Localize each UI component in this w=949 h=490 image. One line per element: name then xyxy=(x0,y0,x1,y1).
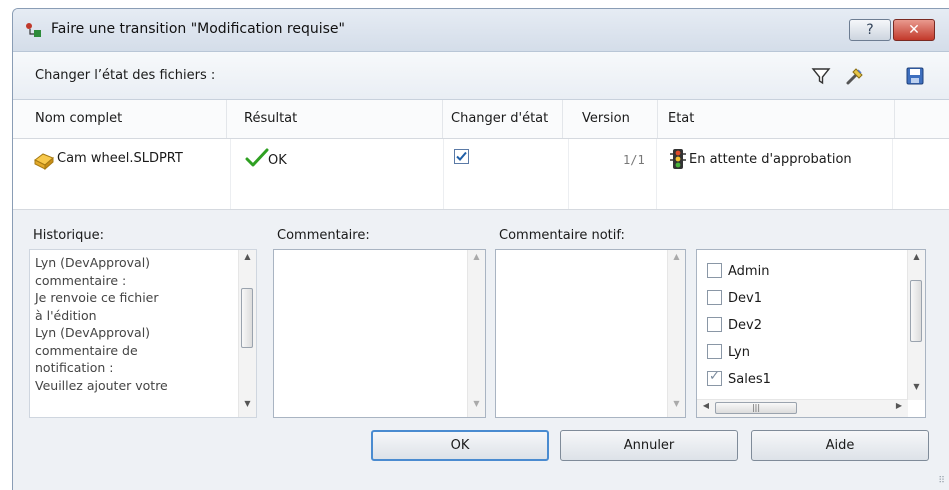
scroll-up-icon[interactable]: ▲ xyxy=(468,252,485,268)
list-item[interactable]: Lyn xyxy=(707,344,750,367)
result-status: OK xyxy=(268,153,287,168)
history-scrollbar[interactable]: ▲ ▼ xyxy=(238,250,256,417)
user-name: Sales1 xyxy=(728,372,771,387)
help-title-button[interactable]: ? xyxy=(849,19,891,41)
col-header-state[interactable]: Etat xyxy=(660,100,895,138)
save-icon[interactable] xyxy=(905,66,925,86)
user-checkbox[interactable] xyxy=(707,317,722,332)
close-button[interactable]: ✕ xyxy=(893,19,935,41)
notif-comment-label: Commentaire notif: xyxy=(499,228,625,243)
history-label: Historique: xyxy=(33,228,105,243)
change-state-checkbox[interactable] xyxy=(454,149,475,165)
history-line: notification : xyxy=(35,360,114,375)
list-item[interactable]: Admin xyxy=(707,263,770,286)
title-bar[interactable]: Faire une transition "Modification requi… xyxy=(13,9,949,52)
col-header-name[interactable]: Nom complet xyxy=(27,100,227,138)
comment-label: Commentaire: xyxy=(277,228,370,243)
scroll-down-icon[interactable]: ▼ xyxy=(239,399,256,415)
user-checkbox[interactable] xyxy=(707,263,722,278)
scroll-up-icon[interactable]: ▲ xyxy=(239,252,256,268)
state-value: En attente d'approbation xyxy=(689,152,852,167)
scroll-thumb[interactable]: ||| xyxy=(715,402,797,414)
cancel-button[interactable]: Annuler xyxy=(560,430,738,461)
table-row[interactable]: Cam wheel.SLDPRT OK 1/1 En attente d'app… xyxy=(13,139,949,210)
user-name: Dev1 xyxy=(728,291,762,306)
notify-users-list[interactable]: Admin Dev1 Dev2 Lyn Sales1 ▲ ▼ ◀ ||| xyxy=(696,249,926,418)
user-checkbox[interactable] xyxy=(707,290,722,305)
col-header-change-state[interactable]: Changer d'état xyxy=(443,100,563,138)
scroll-left-icon[interactable]: ◀ xyxy=(699,401,713,410)
comment-input[interactable]: ▲ ▼ xyxy=(273,249,486,418)
scroll-down-icon[interactable]: ▼ xyxy=(668,399,685,415)
transition-icon xyxy=(26,23,41,37)
history-line: à l'édition xyxy=(35,307,97,323)
wrench-icon[interactable] xyxy=(845,66,865,86)
state-toolbar: Changer l’état des fichiers : xyxy=(13,52,949,100)
scroll-down-icon[interactable]: ▼ xyxy=(908,382,925,398)
notif-scrollbar[interactable]: ▲ ▼ xyxy=(667,250,685,417)
ok-button[interactable]: OK xyxy=(371,430,549,461)
comments-area: Historique: Lyn (DevApproval) commentair… xyxy=(13,210,949,490)
history-line: commentaire : xyxy=(35,272,127,288)
help-button[interactable]: Aide xyxy=(751,430,929,461)
history-line: Lyn (DevApproval) xyxy=(35,325,151,340)
list-item[interactable]: Dev2 xyxy=(707,317,762,340)
checkbox-box[interactable] xyxy=(454,149,469,164)
check-mark-icon xyxy=(456,151,467,161)
scroll-thumb[interactable] xyxy=(910,280,922,342)
scroll-thumb[interactable] xyxy=(241,288,253,348)
file-name: Cam wheel.SLDPRT xyxy=(57,151,183,166)
window-title: Faire une transition "Modification requi… xyxy=(51,21,345,37)
history-line: Lyn (DevApproval) xyxy=(35,255,151,270)
notif-comment-input[interactable]: ▲ ▼ xyxy=(495,249,686,418)
dialog-window: Faire une transition "Modification requi… xyxy=(12,8,949,490)
user-name: Lyn xyxy=(728,345,750,360)
history-pane[interactable]: Lyn (DevApproval) commentaire : Je renvo… xyxy=(29,249,257,418)
users-vscrollbar[interactable]: ▲ ▼ xyxy=(907,250,925,400)
scroll-up-icon[interactable]: ▲ xyxy=(668,252,685,268)
checkmark-icon xyxy=(245,148,269,167)
scroll-right-icon[interactable]: ▶ xyxy=(892,401,906,410)
user-checkbox[interactable] xyxy=(707,369,722,386)
history-line: Je renvoie ce fichier xyxy=(35,290,159,305)
col-header-version[interactable]: Version xyxy=(574,100,658,138)
list-item[interactable]: Dev1 xyxy=(707,290,762,313)
resize-grip-icon[interactable]: ⠿ xyxy=(938,476,945,486)
part-icon xyxy=(34,153,54,171)
version-value: 1/1 xyxy=(623,153,645,167)
user-checkbox[interactable] xyxy=(707,344,722,359)
scroll-down-icon[interactable]: ▼ xyxy=(468,399,485,415)
comment-scrollbar[interactable]: ▲ ▼ xyxy=(467,250,485,417)
history-line: commentaire de xyxy=(35,342,138,358)
change-state-label: Changer l’état des fichiers : xyxy=(35,68,216,83)
user-name: Admin xyxy=(728,264,770,279)
traffic-light-icon xyxy=(670,149,686,169)
history-text: Lyn (DevApproval) commentaire : Je renvo… xyxy=(35,254,235,394)
col-header-result[interactable]: Résultat xyxy=(236,100,443,138)
scroll-up-icon[interactable]: ▲ xyxy=(908,252,925,268)
user-name: Dev2 xyxy=(728,318,762,333)
list-item[interactable]: Sales1 xyxy=(707,369,771,394)
history-line: Veuillez ajouter votre xyxy=(35,377,168,393)
grid-header: Nom complet Résultat Changer d'état Vers… xyxy=(13,100,949,139)
users-hscrollbar[interactable]: ◀ ||| ▶ xyxy=(697,399,908,417)
filter-icon[interactable] xyxy=(811,66,831,86)
